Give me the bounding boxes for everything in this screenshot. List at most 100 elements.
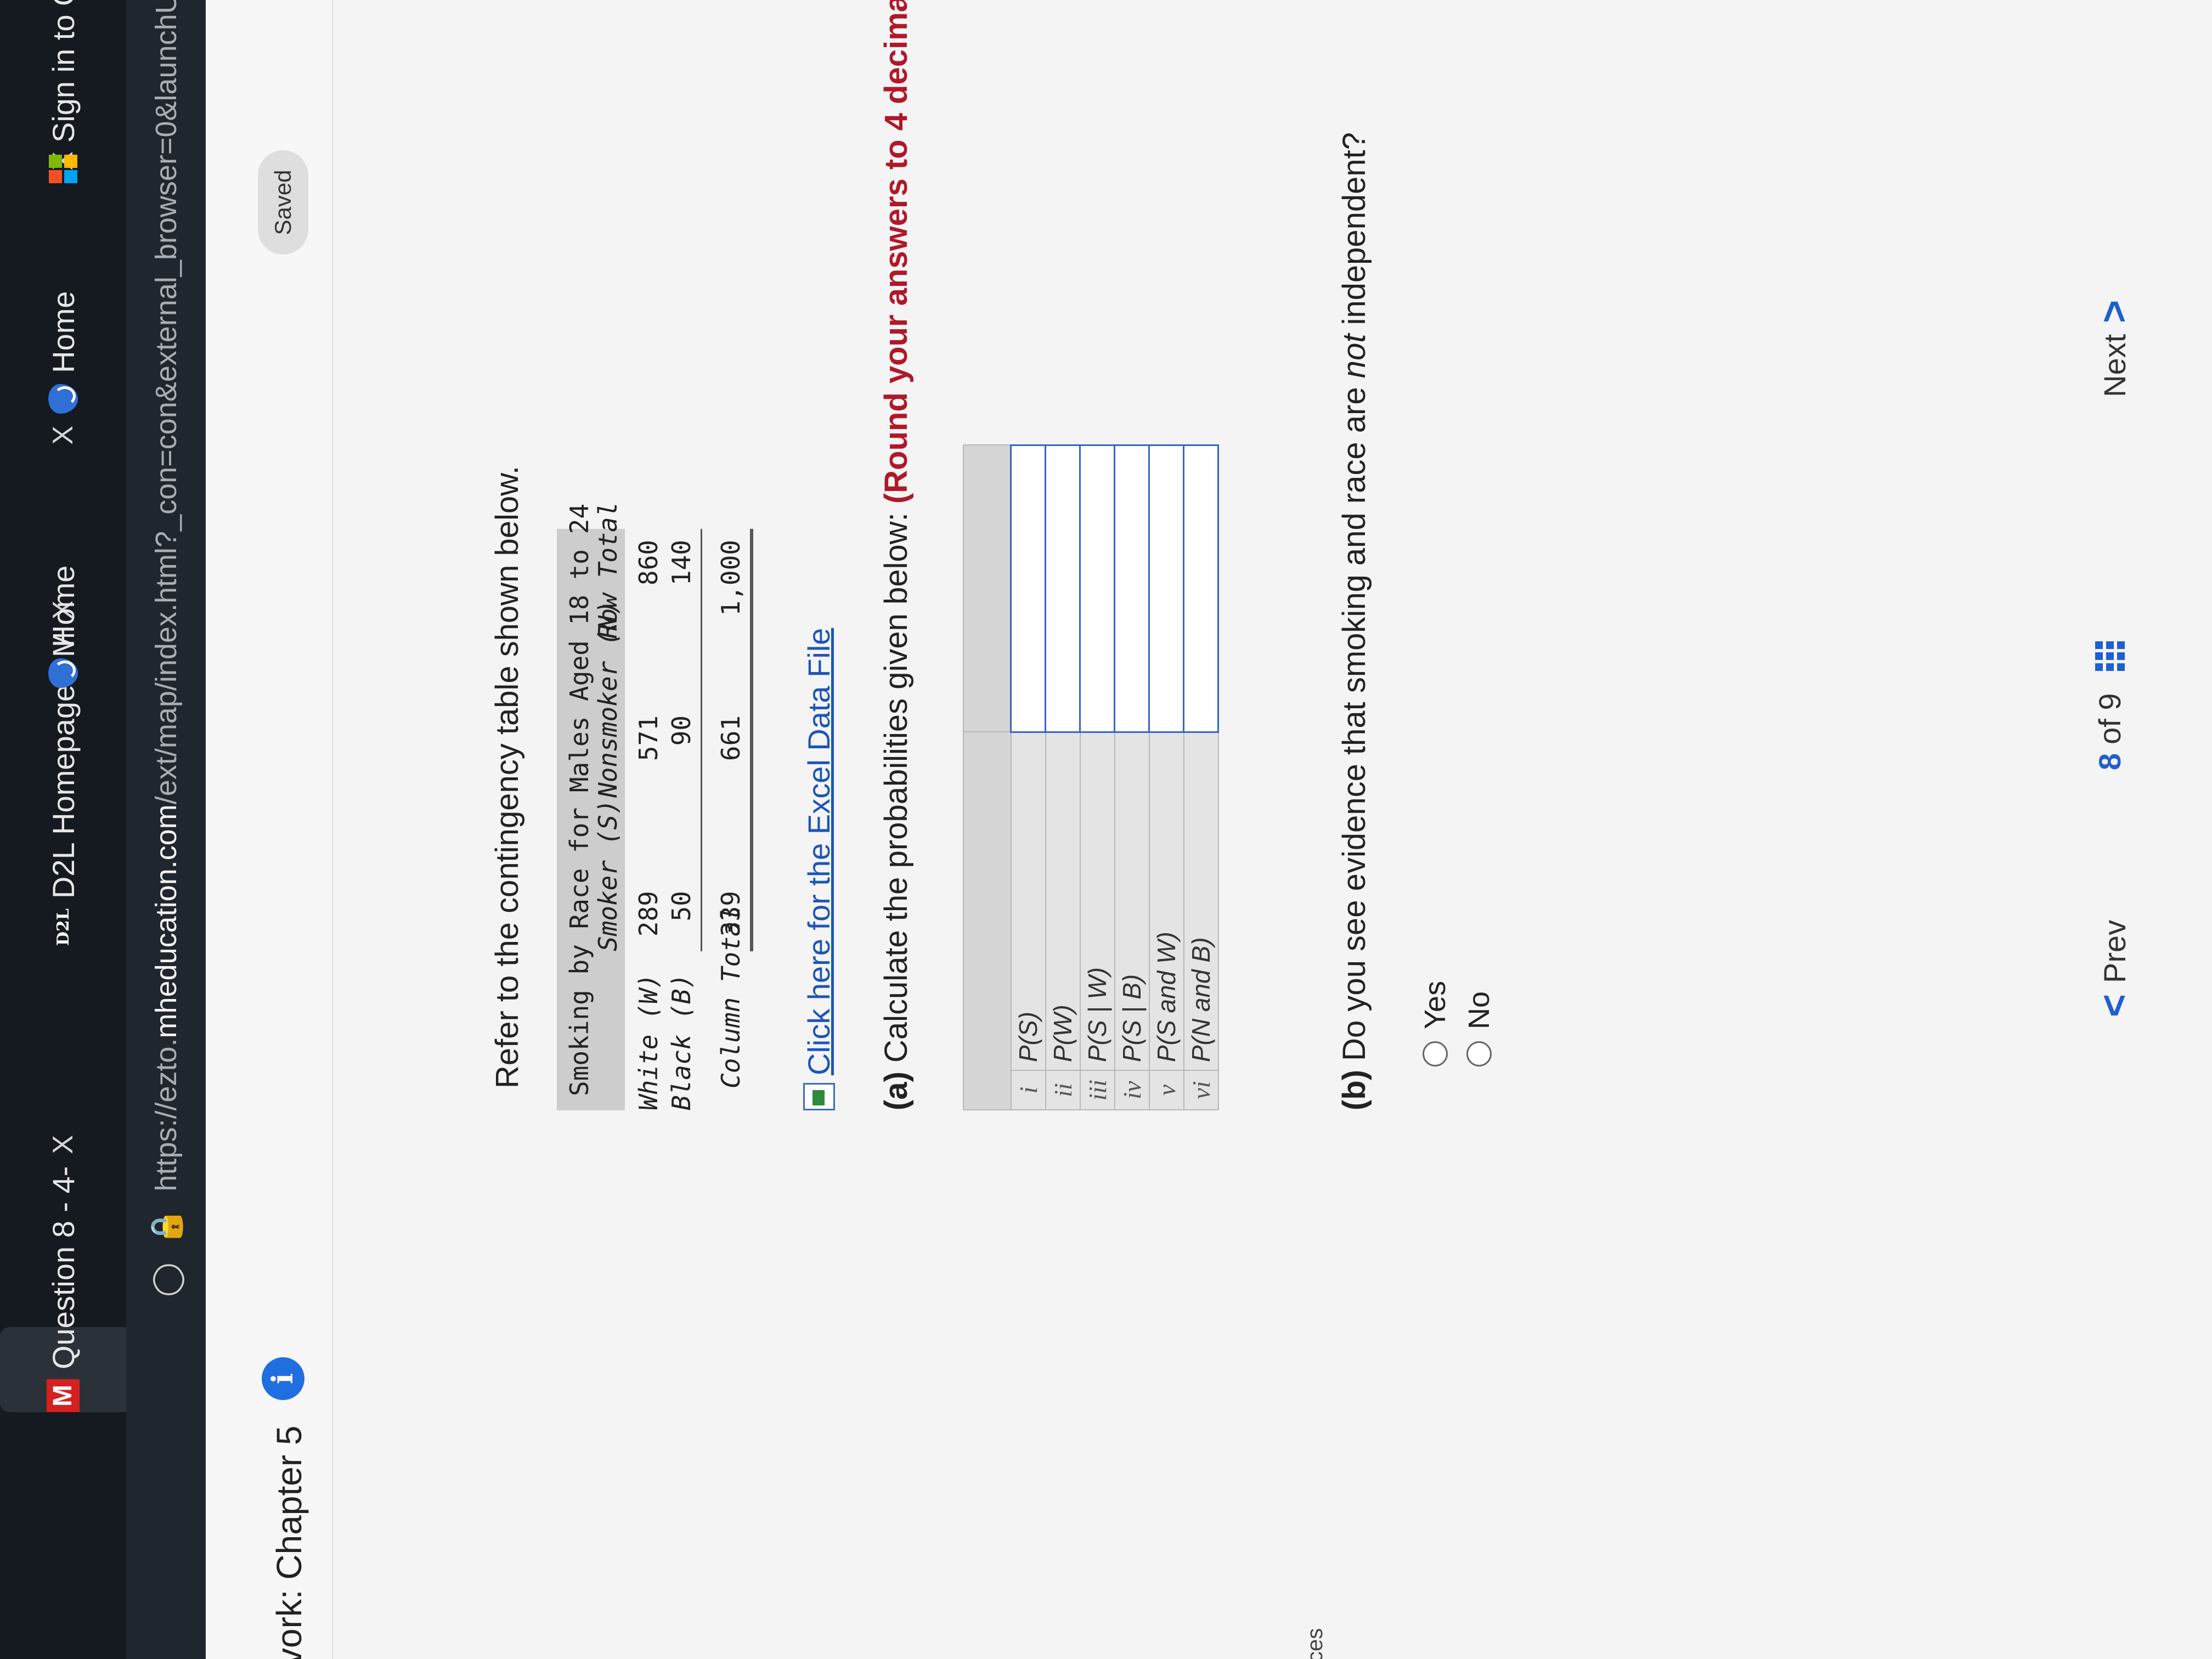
table-cell: 289: [634, 891, 663, 937]
answer-input[interactable]: [1149, 445, 1184, 732]
url-prefix: https://ezto.: [149, 1038, 183, 1192]
page-title: vork: Chapter 5: [269, 1425, 309, 1659]
url-domain: mheducation.com: [149, 804, 183, 1039]
tab-bar: M Question 8 - 4- X D2L D2L Homepage - M…: [0, 0, 126, 1659]
probability-label: P(S): [1011, 732, 1046, 1070]
sidebar-fragment: ces: [1303, 1628, 1327, 1659]
column-header: Row Total: [593, 501, 623, 639]
part-b-label: (b): [1336, 1069, 1372, 1110]
option-label: No: [1463, 991, 1496, 1029]
url-path: /ext/map/index.html?_con=con&external_br…: [149, 0, 183, 805]
answer-row: iii P(S | W): [1080, 445, 1115, 1110]
prev-button[interactable]: < Prev: [2092, 920, 2137, 1028]
table-cell: 90: [667, 715, 696, 746]
prev-label: Prev: [2097, 919, 2132, 983]
current-page: 8: [2092, 753, 2127, 770]
tab-question-8-content[interactable]: M Question 8 - 4- X: [0, 1135, 126, 1412]
table-cell: 860: [634, 540, 663, 586]
part-b-emphasis: not: [1336, 334, 1372, 379]
answer-row: ii P(W): [1045, 445, 1080, 1110]
close-icon[interactable]: X: [47, 1135, 80, 1154]
answer-row: iv P(S | B): [1114, 445, 1149, 1110]
row-label: White (W): [634, 973, 663, 1110]
tab-label: Sign in to Outl: [46, 0, 81, 143]
row-number: v: [1149, 1070, 1184, 1110]
grid-header-row: [963, 445, 1011, 1110]
part-b-text: Do you see evidence that smoking and rac…: [1336, 378, 1372, 1070]
answer-input[interactable]: [1183, 445, 1218, 732]
tab-home-2[interactable]: Home X: [0, 151, 126, 414]
table-divider: [701, 529, 702, 951]
browser-window: M Question 8 - 4- X D2L D2L Homepage - M…: [0, 0, 2212, 1659]
part-a-text: Calculate the probabilities given below:: [878, 504, 914, 1072]
chevron-left-icon: <: [2092, 994, 2136, 1017]
part-a-label: (a): [878, 1071, 914, 1110]
shield-icon: [48, 658, 78, 688]
tab-label: Question 8 - 4-: [46, 1166, 81, 1369]
radio-button[interactable]: [1466, 1041, 1492, 1066]
table-cell: 661: [716, 715, 746, 761]
table-cell: 1,000: [716, 540, 746, 616]
answer-row: vi P(N and B): [1183, 445, 1218, 1110]
shield-icon: [48, 384, 78, 414]
probability-label: P(S | B): [1114, 732, 1149, 1070]
question-navigation: < Prev 8 of 9 Next >: [2055, 0, 2164, 1659]
table-bottom-rule: [750, 529, 753, 951]
excel-file-icon: [803, 1083, 835, 1110]
table-cell: 339: [716, 891, 746, 937]
address-bar[interactable]: ◯ 🔒 https://ezto. mheducation.com/ext/map…: [126, 0, 206, 1659]
probability-label: P(S | W): [1080, 732, 1115, 1070]
row-number: vi: [1183, 1070, 1218, 1110]
answer-input[interactable]: [1080, 445, 1115, 732]
probability-label: P(S and W): [1149, 732, 1184, 1070]
row-number: iii: [1080, 1070, 1115, 1110]
answer-input[interactable]: [1114, 445, 1149, 732]
column-header: Smoker (S): [593, 799, 623, 951]
lock-icon[interactable]: 🔒: [148, 1208, 184, 1246]
part-b-text-end: independent?: [1336, 132, 1372, 334]
tab-label: Home: [46, 291, 81, 373]
answer-input[interactable]: [1045, 445, 1080, 732]
excel-link-text: Click here for the Excel Data File: [802, 628, 836, 1075]
option-label: Yes: [1419, 980, 1452, 1029]
chevron-right-icon: >: [2092, 300, 2136, 323]
mheducation-icon: M: [47, 1379, 80, 1412]
excel-data-link[interactable]: Click here for the Excel Data File: [801, 628, 837, 1110]
table-title: Smoking by Race for Males Aged 18 to 24: [565, 503, 594, 1096]
grid-icon[interactable]: [2095, 641, 2125, 672]
photo-frame: M Question 8 - 4- X D2L D2L Homepage - M…: [0, 0, 2212, 1659]
next-label: Next: [2097, 334, 2132, 397]
option-no[interactable]: No: [1462, 991, 1496, 1066]
rounding-note: (Round your answers to 4 decimal places.…: [878, 0, 914, 504]
grid-header-cell: [963, 445, 1011, 732]
close-icon[interactable]: X: [47, 426, 80, 445]
row-number: iv: [1114, 1070, 1149, 1110]
microsoft-icon: [49, 155, 77, 183]
answer-row: v P(S and W): [1149, 445, 1184, 1110]
answer-input[interactable]: [1011, 445, 1046, 732]
option-yes[interactable]: Yes: [1418, 981, 1452, 1066]
page-indicator[interactable]: 8 of 9: [2092, 641, 2128, 770]
row-label: Black (B): [667, 973, 696, 1110]
tab-home-1[interactable]: Home X: [0, 426, 126, 688]
tab-label: Home: [46, 565, 81, 647]
next-button[interactable]: Next >: [2092, 289, 2137, 397]
d2l-icon: D2L: [53, 909, 73, 946]
answer-row: i P(S): [1011, 445, 1046, 1110]
row-number: ii: [1045, 1070, 1080, 1110]
part-a-prompt: (a) Calculate the probabilities given be…: [878, 0, 915, 1110]
table-cell: 571: [634, 715, 663, 761]
tab-sign-in-outlook[interactable]: Sign in to Outl X: [0, 0, 126, 183]
part-b-prompt: (b) Do you see evidence that smoking and…: [1336, 132, 1373, 1110]
grid-header-cell: [963, 732, 1011, 1110]
assignment-header: vork: Chapter 5 i Saved: [206, 0, 333, 1659]
row-number: i: [1011, 1070, 1046, 1110]
info-icon[interactable]: i: [262, 1357, 304, 1400]
probability-label: P(N and B): [1183, 732, 1218, 1070]
table-cell: 140: [667, 540, 696, 586]
page-content: vork: Chapter 5 i Saved ces Refer to the…: [206, 0, 2212, 1659]
radio-button[interactable]: [1423, 1041, 1448, 1066]
shield-outline-icon[interactable]: ◯: [148, 1262, 184, 1297]
question-intro: Refer to the contingency table shown bel…: [489, 466, 525, 1088]
answer-grid: i P(S) ii P(W) iii P(S | W) iv P(S | B) …: [963, 444, 1219, 1110]
